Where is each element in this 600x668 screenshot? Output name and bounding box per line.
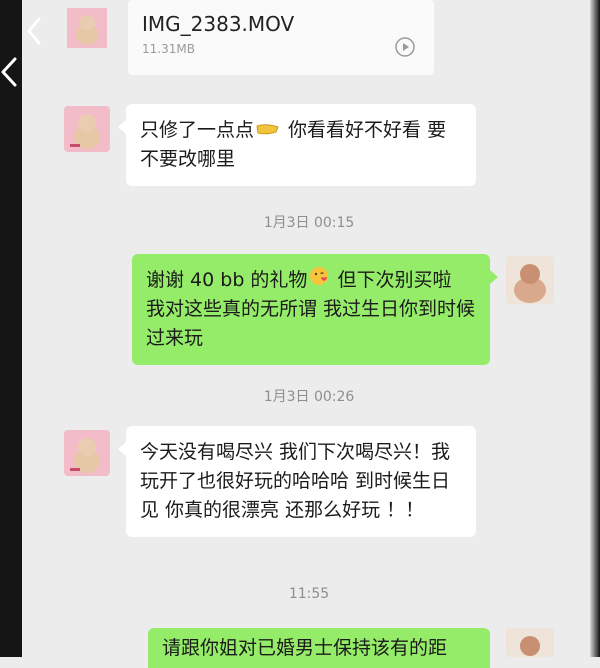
file-name: IMG_2383.MOV [142, 12, 295, 36]
message-bubble-incoming[interactable]: 今天没有喝尽兴 我们下次喝尽兴！我玩开了也很好玩的哈哈哈 到时候生日见 你真的很… [118, 426, 476, 537]
play-icon[interactable] [394, 36, 416, 62]
left-edge [0, 0, 22, 657]
message-bubble-outgoing[interactable]: 请跟你姐对已婚男士保持该有的距 [148, 628, 490, 668]
hand-pointing-icon [256, 116, 280, 145]
avatar-contact[interactable] [64, 430, 110, 476]
timestamp: 1月3日 00:15 [263, 215, 355, 231]
timestamp: 11:55 [288, 586, 330, 602]
avatar-contact[interactable] [64, 8, 110, 48]
message-text: 今天没有喝尽兴 我们下次喝尽兴！我玩开了也很好玩的哈哈哈 到时候生日见 你真的很… [140, 441, 451, 521]
avatar-self[interactable] [506, 256, 554, 304]
file-size: 11.31MB [142, 42, 195, 56]
message-bubble-outgoing[interactable]: 谢谢 40 bb 的礼物 但下次别买啦 我对这些真的无所谓 我过生日你到时候过来… [132, 254, 498, 365]
collapse-chevron-icon[interactable] [0, 56, 18, 92]
avatar-self[interactable] [506, 628, 554, 657]
timestamp: 1月3日 00:26 [263, 389, 355, 405]
face-blowing-kiss-icon [309, 266, 329, 295]
message-text: 请跟你姐对已婚男士保持该有的距 [162, 637, 448, 659]
right-edge [590, 0, 600, 657]
back-chevron-icon[interactable] [26, 16, 42, 50]
message-text: 谢谢 40 bb 的礼物 [146, 269, 308, 291]
message-bubble-incoming[interactable]: 只修了一点点 你看看好不好看 要不要改哪里 [118, 104, 476, 186]
message-text: 只修了一点点 [140, 119, 255, 141]
avatar-contact[interactable] [64, 106, 110, 152]
file-message-card[interactable]: IMG_2383.MOV 11.31MB [128, 0, 434, 75]
